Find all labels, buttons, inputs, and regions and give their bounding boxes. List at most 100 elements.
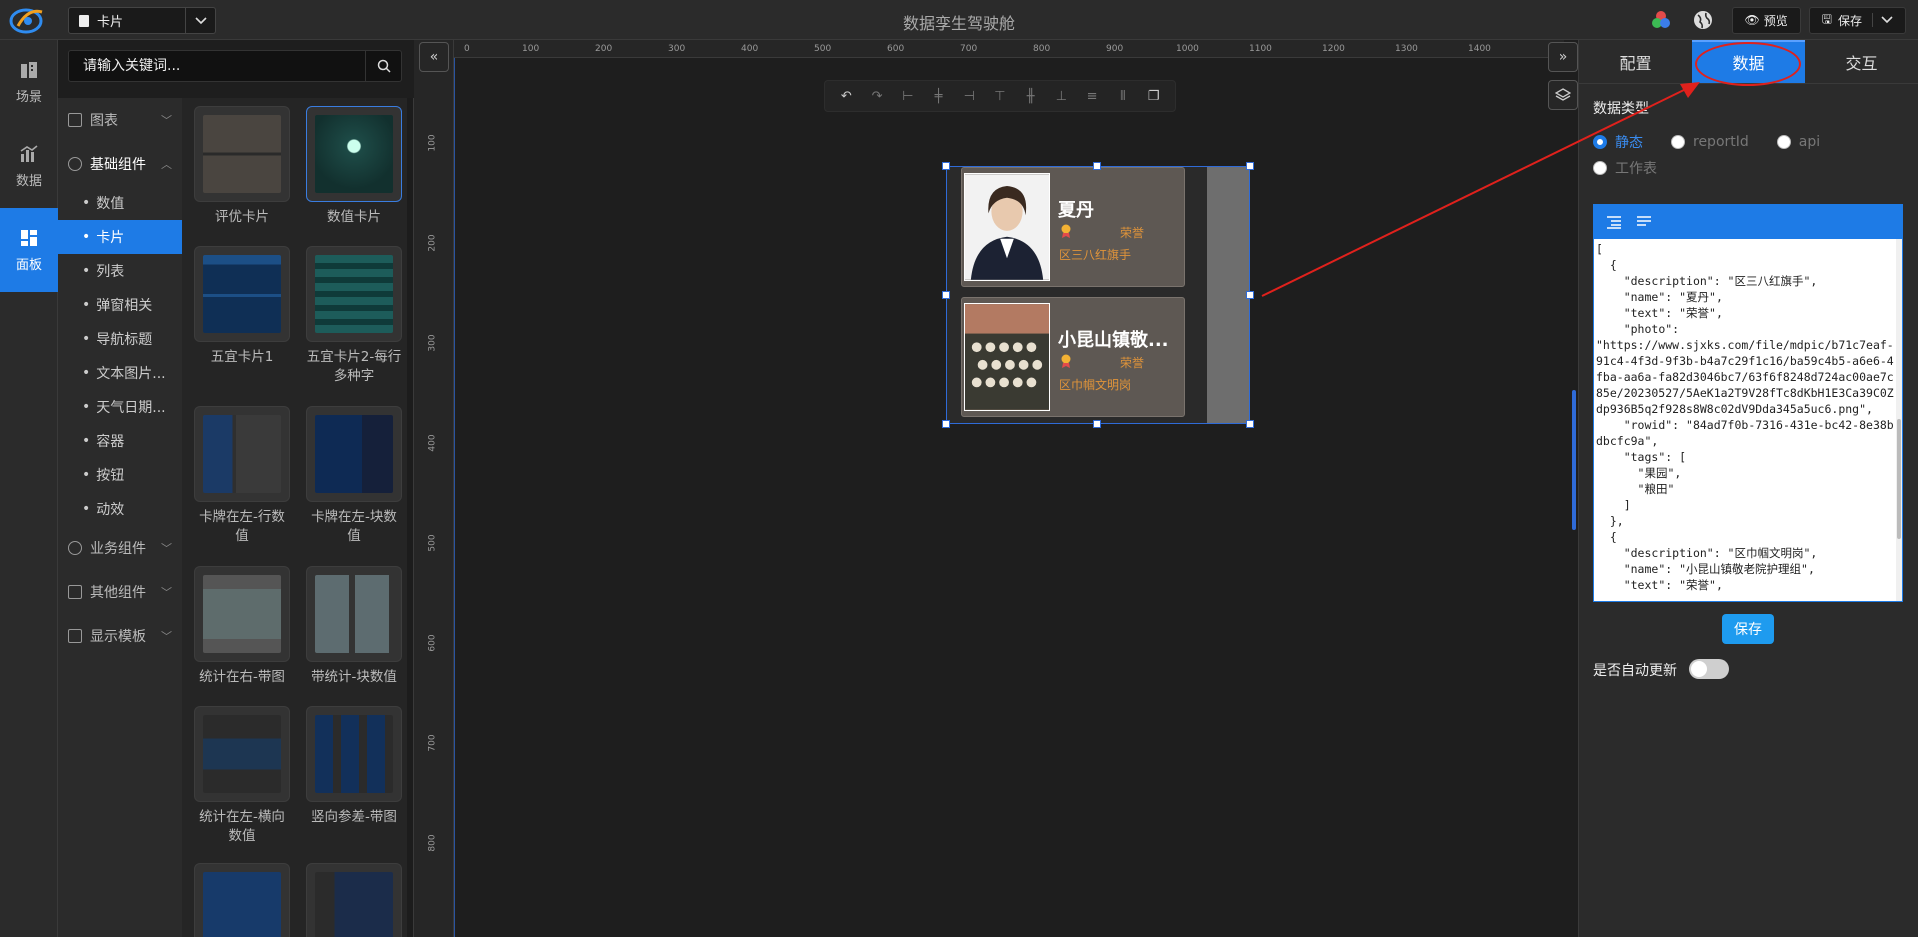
palette-item[interactable]: 五宜卡片2-每行多种字 (306, 246, 402, 386)
search-input[interactable] (69, 58, 359, 74)
undo-icon[interactable]: ↶ (838, 89, 854, 104)
align-top-icon[interactable]: ⊤ (992, 89, 1008, 104)
card-item: 夏丹 荣誉 区三八红旗手 (961, 167, 1185, 287)
distribute-h-icon[interactable]: ⦀ (1115, 89, 1131, 104)
align-left-icon[interactable]: ⊢ (900, 89, 916, 104)
auto-update-toggle[interactable] (1689, 659, 1729, 679)
ruler-tick: 700 (427, 734, 438, 752)
resize-handle[interactable] (1093, 162, 1101, 170)
chevron-down-icon[interactable] (1872, 13, 1893, 27)
app-title: 数据孪生驾驶舱 (902, 14, 1015, 33)
selected-component[interactable]: 夏丹 荣誉 区三八红旗手 小昆山镇敬... 荣誉 区巾帼文明岗 (942, 162, 1254, 428)
ruler-tick: 1200 (1322, 44, 1345, 54)
format-icon[interactable] (1606, 215, 1622, 229)
palette-item-label: 五宜卡片1 (210, 349, 274, 365)
palette-item[interactable]: 评优卡片 (194, 106, 290, 227)
editor-scrollbar[interactable] (1896, 239, 1902, 601)
chart-icon (68, 113, 82, 127)
palette-item[interactable]: 统计在左-横向数值 (194, 706, 290, 846)
nav-panel[interactable]: 面板 (0, 208, 58, 292)
json-editor[interactable]: [ { "description": "区三八红旗手", "name": "夏丹… (1593, 204, 1903, 602)
palette-item[interactable]: 带统计-块数值 (306, 566, 402, 687)
tree-group-template[interactable]: 显示模板 ﹀ (58, 614, 182, 658)
tree-group-business[interactable]: 业务组件 ﹀ (58, 526, 182, 570)
tree-item[interactable]: 按钮 (58, 458, 182, 492)
resize-handle[interactable] (942, 162, 950, 170)
layers-icon[interactable] (1548, 80, 1578, 110)
nav-scene[interactable]: 场景 (0, 40, 58, 124)
save-top-button[interactable]: 🖫 保存 (1808, 6, 1906, 34)
palette-item[interactable]: 卡牌在左-块数值 (306, 406, 402, 546)
palette-item[interactable] (306, 863, 402, 937)
resize-handle[interactable] (1246, 291, 1254, 299)
component-palette: 评优卡片 数值卡片 五宜卡片1 五宜卡片2-每行多种字 卡牌在左-行数值 卡牌在… (182, 98, 414, 937)
resize-handle[interactable] (1093, 420, 1101, 428)
save-data-button[interactable]: 保存 (1722, 614, 1774, 644)
align-center-h-icon[interactable]: ╪ (931, 89, 947, 104)
ruler-tick: 300 (668, 44, 686, 54)
compact-icon[interactable] (1636, 215, 1652, 229)
tree-item[interactable]: 导航标题 (58, 322, 182, 356)
ruler-tick: 600 (887, 44, 905, 54)
palette-item[interactable]: 卡牌在左-行数值 (194, 406, 290, 546)
tree-item[interactable]: 文本图片... (58, 356, 182, 390)
preview-button[interactable]: 👁 预览 (1731, 6, 1801, 34)
ruler-tick: 1000 (1176, 44, 1199, 54)
globe-icon[interactable] (1692, 9, 1714, 31)
palette-item[interactable]: 五宜卡片1 (194, 246, 290, 367)
other-component-icon (68, 585, 82, 599)
palette-item-selected[interactable]: 数值卡片 (306, 106, 402, 227)
radio-worksheet[interactable] (1593, 161, 1607, 175)
palette-item[interactable]: 统计在右-带图 (194, 566, 290, 687)
palette-item[interactable] (194, 863, 290, 937)
ruler-tick: 200 (427, 234, 438, 252)
json-content[interactable]: [ { "description": "区三八红旗手", "name": "夏丹… (1594, 239, 1902, 601)
tree-item[interactable]: 数值 (58, 186, 182, 220)
radio-label: reportId (1693, 134, 1749, 150)
ruler-tick: 600 (427, 634, 438, 652)
radio-api[interactable] (1776, 135, 1791, 149)
nav-data[interactable]: 数据 (0, 124, 58, 208)
floppy-icon: 🖫 (1821, 11, 1832, 26)
editor-canvas[interactable]: « 100 200 300 400 500 600 700 800 0 100 … (414, 40, 1578, 937)
align-center-v-icon[interactable]: ╫ (1023, 89, 1039, 104)
guide-line (454, 58, 455, 937)
tree-group-basic[interactable]: 基础组件 ︿ (58, 142, 182, 186)
palette-item[interactable]: 竖向参差-带图 (306, 706, 402, 827)
tree-item[interactable]: 动效 (58, 492, 182, 526)
tree-item[interactable]: 弹窗相关 (58, 288, 182, 322)
collapse-left-icon[interactable]: « (419, 42, 449, 72)
group-photo (964, 303, 1050, 411)
redo-icon[interactable]: ↷ (869, 89, 885, 104)
collapse-right-icon[interactable]: » (1548, 42, 1578, 72)
distribute-v-icon[interactable]: ≡ (1084, 89, 1100, 104)
tree-item[interactable]: 容器 (58, 424, 182, 458)
color-theme-icon[interactable] (1650, 9, 1672, 31)
layer-copy-icon[interactable]: ❐ (1146, 89, 1162, 104)
palette-item-label: 数值卡片 (327, 209, 381, 225)
nav-panel-label: 面板 (15, 257, 42, 273)
tab-config[interactable]: 配置 (1579, 40, 1692, 83)
right-panel: 配置 数据 交互 数据类型 静态 reportId api 工作表 [ { "d… (1578, 40, 1918, 937)
canvas-scrollbar[interactable] (1572, 390, 1576, 530)
tree-item[interactable]: 天气日期... (58, 390, 182, 424)
palette-item-label: 评优卡片 (215, 209, 269, 225)
resize-handle[interactable] (1246, 162, 1254, 170)
tree-group-label: 其他组件 (90, 585, 146, 601)
palette-scrollbar[interactable] (407, 98, 413, 937)
tab-interaction[interactable]: 交互 (1805, 40, 1918, 83)
tree-group-chart[interactable]: 图表 ﹀ (58, 98, 182, 142)
tree-item-card[interactable]: 卡片 (58, 220, 182, 254)
medal-icon (1061, 224, 1071, 238)
tree-item[interactable]: 列表 (58, 254, 182, 288)
chevron-down-icon: ﹀ (161, 542, 172, 555)
align-bottom-icon[interactable]: ⊥ (1053, 89, 1069, 104)
align-right-icon[interactable]: ⊣ (961, 89, 977, 104)
tree-group-other[interactable]: 其他组件 ﹀ (58, 570, 182, 614)
resize-handle[interactable] (942, 291, 950, 299)
resize-handle[interactable] (942, 420, 950, 428)
radio-static[interactable] (1593, 135, 1607, 149)
resize-handle[interactable] (1246, 420, 1254, 428)
search-icon[interactable] (365, 51, 401, 81)
radio-reportid[interactable] (1671, 135, 1685, 149)
